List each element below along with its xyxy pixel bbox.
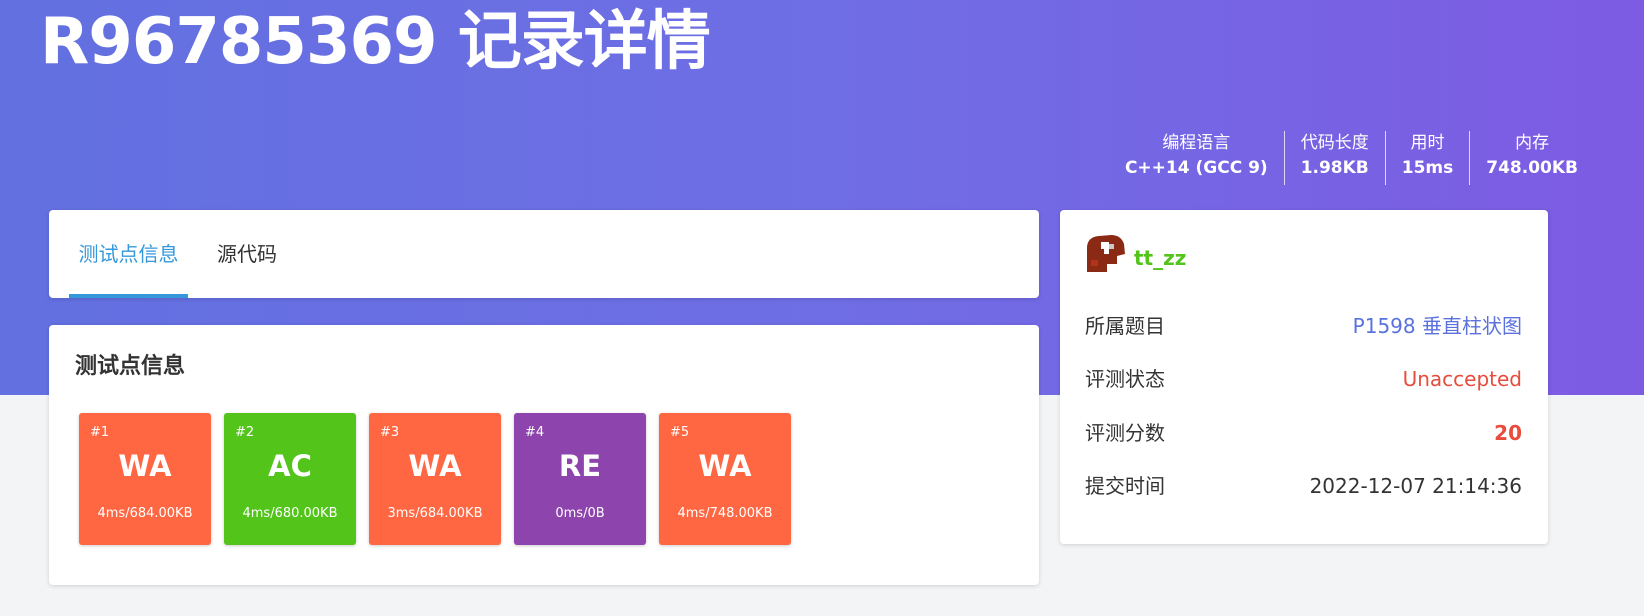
- stat-memory: 内存 748.00KB: [1469, 131, 1594, 185]
- stat-code-length: 代码长度 1.98KB: [1283, 131, 1385, 185]
- test-case-resource: 4ms/748.00KB: [677, 506, 773, 521]
- section-title: 测试点信息: [75, 354, 186, 379]
- test-case-resource: 0ms/0B: [555, 506, 605, 521]
- test-case-status: AC: [268, 449, 312, 483]
- test-cases-card: 测试点信息 #1 WA 4ms/684.00KB #2 AC 4ms/680.0…: [49, 325, 1039, 585]
- page-title: R96785369 记录详情: [40, 5, 711, 79]
- stat-language: 编程语言 C++14 (GCC 9): [1109, 131, 1284, 185]
- stat-value: C++14 (GCC 9): [1124, 158, 1268, 178]
- score-value: 20: [1494, 421, 1522, 445]
- info-row-status: 评测状态 Unaccepted: [1085, 359, 1522, 399]
- test-case-status: WA: [118, 449, 172, 483]
- test-case-number: #5: [670, 425, 690, 440]
- info-label: 评测状态: [1085, 367, 1165, 391]
- tab-test-info[interactable]: 测试点信息: [69, 210, 188, 298]
- stat-label: 编程语言: [1162, 133, 1231, 153]
- username-link[interactable]: tt_zz: [1134, 244, 1186, 272]
- test-case-number: #2: [235, 425, 255, 440]
- info-row-submit-time: 提交时间 2022-12-07 21:14:36: [1085, 466, 1522, 506]
- record-info-card: tt_zz 所属题目 P1598 垂直柱状图 评测状态 Unaccepted 评…: [1060, 210, 1548, 544]
- test-case-resource: 3ms/684.00KB: [387, 506, 483, 521]
- stat-label: 内存: [1515, 133, 1550, 153]
- test-case-resource: 4ms/684.00KB: [97, 506, 193, 521]
- test-case[interactable]: #2 AC 4ms/680.00KB: [224, 413, 356, 545]
- user-row: tt_zz: [1085, 234, 1186, 272]
- test-case-status: WA: [698, 449, 752, 483]
- test-case-status: WA: [408, 449, 462, 483]
- test-case-resource: 4ms/680.00KB: [242, 506, 338, 521]
- test-case-status: RE: [558, 449, 602, 483]
- user-avatar-icon[interactable]: [1085, 234, 1126, 272]
- info-label: 提交时间: [1085, 474, 1165, 498]
- tabs-card: 测试点信息 源代码: [49, 210, 1039, 298]
- stat-value: 748.00KB: [1486, 158, 1578, 178]
- test-case[interactable]: #4 RE 0ms/0B: [514, 413, 646, 545]
- test-case-number: #1: [90, 425, 110, 440]
- problem-link[interactable]: P1598 垂直柱状图: [1353, 306, 1522, 346]
- record-stats: 编程语言 C++14 (GCC 9) 代码长度 1.98KB 用时 15ms 内…: [1109, 131, 1594, 185]
- status-value: Unaccepted: [1402, 367, 1522, 391]
- test-case-number: #3: [380, 425, 400, 440]
- stat-time: 用时 15ms: [1384, 131, 1470, 185]
- test-case-number: #4: [525, 425, 545, 440]
- stat-value: 1.98KB: [1300, 158, 1369, 178]
- stat-value: 15ms: [1401, 158, 1454, 178]
- test-case-list: #1 WA 4ms/684.00KB #2 AC 4ms/680.00KB #3…: [79, 413, 791, 545]
- info-label: 所属题目: [1085, 314, 1165, 338]
- stat-label: 代码长度: [1300, 133, 1369, 153]
- tab-source-code[interactable]: 源代码: [207, 210, 287, 298]
- stat-label: 用时: [1410, 133, 1445, 153]
- info-label: 评测分数: [1085, 421, 1165, 445]
- submit-time-value: 2022-12-07 21:14:36: [1309, 474, 1522, 498]
- info-row-score: 评测分数 20: [1085, 413, 1522, 453]
- test-case[interactable]: #1 WA 4ms/684.00KB: [79, 413, 211, 545]
- test-case[interactable]: #3 WA 3ms/684.00KB: [369, 413, 501, 545]
- test-case[interactable]: #5 WA 4ms/748.00KB: [659, 413, 791, 545]
- info-row-problem: 所属题目 P1598 垂直柱状图: [1085, 306, 1522, 346]
